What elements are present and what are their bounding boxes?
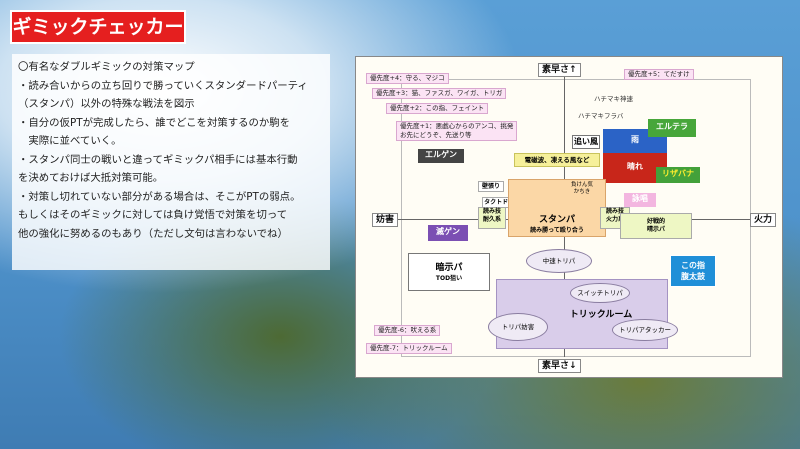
priority-tag: 優先度+3：猫、ファスガ、ワイガ、トリガ xyxy=(372,88,507,99)
konoyubi-box: この指 腹太鼓 xyxy=(670,255,716,287)
erugen-box: エルゲン xyxy=(418,149,464,163)
axis-label-right: 火力 xyxy=(750,213,777,227)
priority-tag: 優先度+2：この指、フェイント xyxy=(386,103,489,114)
anjipa-sub-label: TOD狙い xyxy=(435,275,463,282)
koukiteki-box: 好戦的 晴示パ xyxy=(620,213,692,239)
axis-label-top: 素早さ↑ xyxy=(538,63,581,77)
priority-tag: 優先度+5：てだすけ xyxy=(624,69,694,80)
anjipa-label: 暗示パ xyxy=(435,263,463,273)
axis-label-left: 妨害 xyxy=(372,213,399,227)
yomi-taikyu-box: 読み技 耐久系 xyxy=(478,207,506,229)
text-line: 〇有名なダブルギミックの対策マップ xyxy=(18,61,195,73)
elterra-box: エルテラ xyxy=(648,119,696,137)
denjiha-box: 電磁波、凍える風など xyxy=(514,153,600,167)
text-line: 他の強化に努めるのもあり（ただし文句は言わないでね） xyxy=(18,227,288,240)
attacker-ellipse: トリパアタッカー xyxy=(612,319,678,341)
anjipa-box: 暗示パ TOD狙い xyxy=(408,253,490,291)
slide-title: ギミックチェッカー xyxy=(10,10,186,44)
shiyou-box: 詠唱 xyxy=(624,193,656,207)
priority-tag: 優先度+1：悪戯心からのアンコ、挑発 お先にどうぞ、先送り等 xyxy=(396,121,518,141)
text-line: （スタンパ）以外の特殊な戦法を図示 xyxy=(18,98,195,110)
text-line: ・対策し切れていない部分がある場合は、そこがPTの弱点。 xyxy=(18,190,301,203)
stanpa-sub-label: 読み勝って殴り合う xyxy=(530,227,584,234)
chusoku-ellipse: 中速トリパ xyxy=(526,249,592,273)
text-line: ・自分の仮PTが完成したら、誰でどこを対策するのか駒を xyxy=(18,116,291,129)
description-panel: 〇有名なダブルギミックの対策マップ ・読み合いからの立ち回りで勝っていくスタンダ… xyxy=(12,54,330,270)
text-line: ・読み合いからの立ち回りで勝っていくスタンダードパーティ xyxy=(18,79,308,92)
standard-party-box: 負けん気 かちき スタンパ 読み勝って殴り合う xyxy=(508,179,606,237)
priority-tag: 優先度-6：吠える系 xyxy=(374,325,441,336)
text-line: もしくはそのギミックに対しては負け覚悟で対策を切って xyxy=(18,209,288,221)
label-hachimaki: ハチマキ神速 xyxy=(594,95,633,103)
priority-tag: 優先度+4：守る、マジコ xyxy=(366,73,449,84)
switch-ellipse: スイッチトリパ xyxy=(570,283,630,303)
label-hachimaki-flareblitz: ハチマキフラバ xyxy=(578,112,624,120)
kabeduri-box: 壁張り xyxy=(478,181,504,192)
gimmick-map: 素早さ↑ 素早さ↓ 妨害 火力 優先度+4：守る、マジコ 優先度+3：猫、ファス… xyxy=(355,56,783,378)
text-line: を決めておけば大抵対策可能。 xyxy=(18,172,164,184)
axis-label-bottom: 素早さ↓ xyxy=(538,359,581,373)
bougai-ellipse: トリパ妨害 xyxy=(488,313,548,341)
metsugen-box: 滅ゲン xyxy=(428,225,468,241)
makenki-label: 負けん気 かちき xyxy=(571,182,594,195)
text-line: 実際に並べていく。 xyxy=(18,135,122,147)
risaba-box: リザバナ xyxy=(656,167,700,183)
oikaze-box: 追い風 xyxy=(572,135,600,149)
stanpa-label: スタンパ xyxy=(538,215,575,225)
text-line: ・スタンパ同士の戦いと違ってギミックパ相手には基本行動 xyxy=(18,153,298,166)
priority-tag: 優先度-7：トリックルーム xyxy=(366,343,452,354)
